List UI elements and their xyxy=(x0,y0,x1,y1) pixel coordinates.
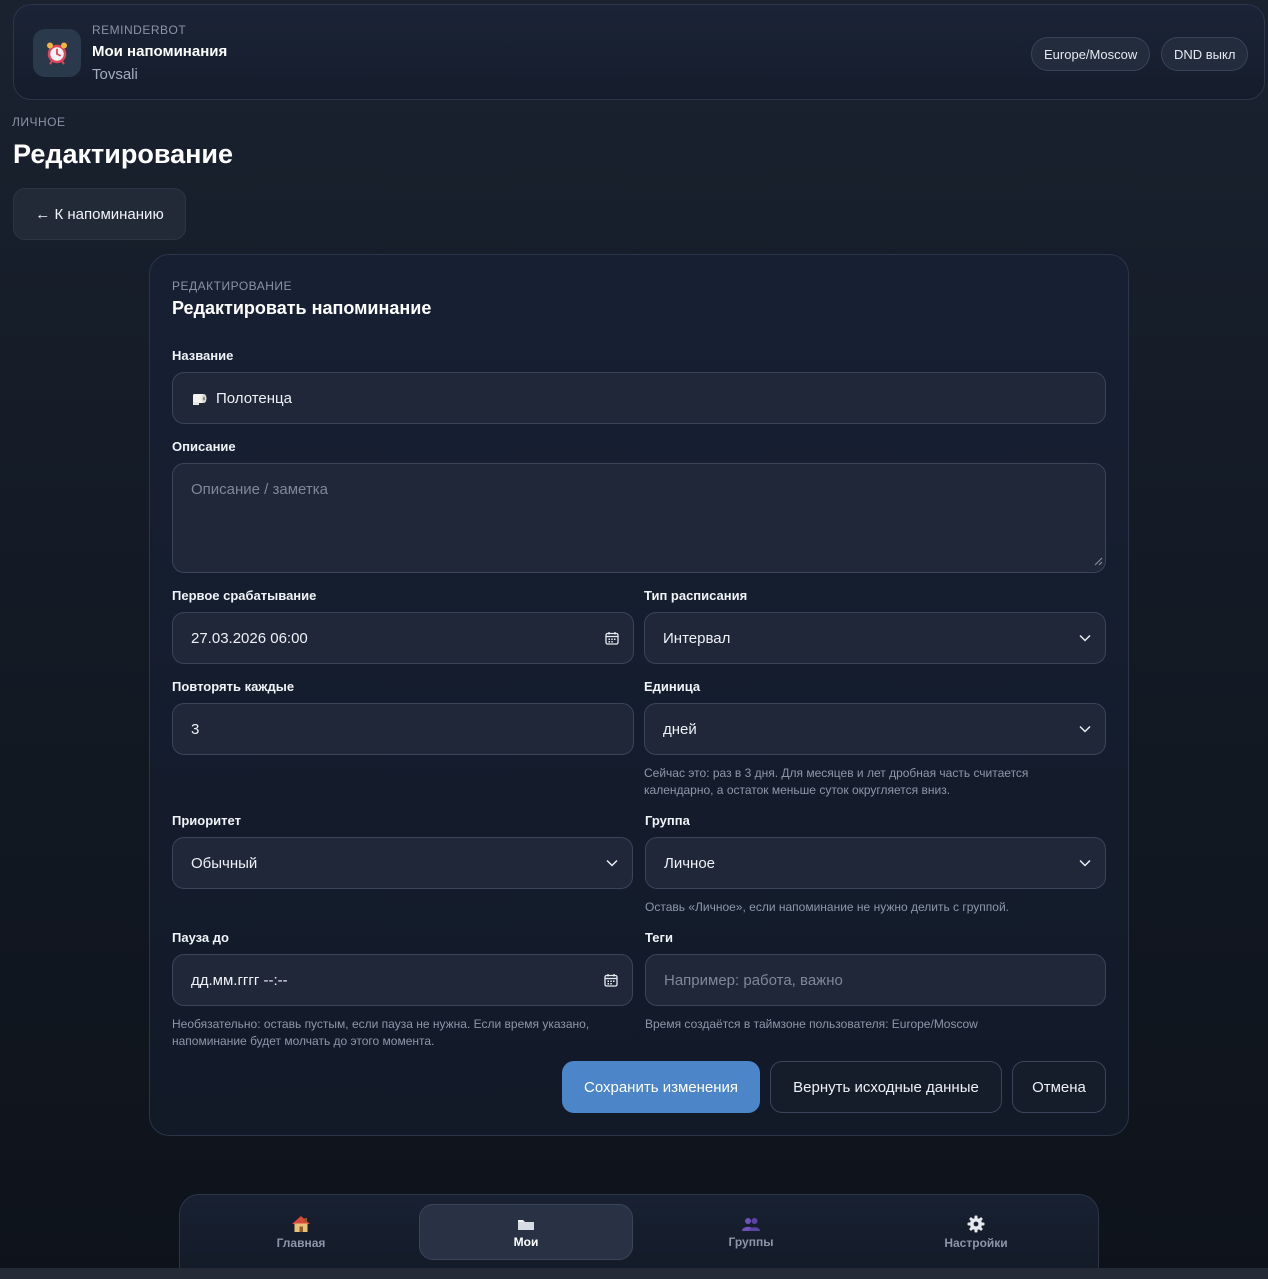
toilet-paper-icon xyxy=(191,390,208,407)
tab-settings-label: Настройки xyxy=(944,1235,1008,1250)
calendar-icon[interactable] xyxy=(604,973,618,987)
chevron-down-icon xyxy=(606,859,618,867)
repeat-every-input[interactable]: 3 xyxy=(172,703,634,755)
bottom-edge xyxy=(0,1268,1268,1279)
app-header: REMINDERBOT Мои напоминания Tovsali Euro… xyxy=(13,4,1265,100)
pause-until-placeholder: дд.мм.гггг --:-- xyxy=(191,971,288,989)
first-trigger-datetime-input[interactable]: 27.03.2026 06:00 xyxy=(172,612,634,664)
house-icon xyxy=(291,1215,311,1233)
reset-data-button[interactable]: Вернуть исходные данные xyxy=(770,1061,1002,1113)
group-select[interactable]: Личное xyxy=(645,837,1106,889)
schedule-type-value: Интервал xyxy=(663,629,731,647)
tab-settings[interactable]: Настройки xyxy=(869,1204,1083,1260)
cancel-button[interactable]: Отмена xyxy=(1012,1061,1106,1113)
calendar-icon[interactable] xyxy=(605,631,619,645)
dnd-chip[interactable]: DND выкл xyxy=(1161,37,1249,71)
unit-value: дней xyxy=(663,720,697,738)
tab-groups-label: Группы xyxy=(728,1234,774,1249)
gear-icon xyxy=(967,1215,985,1233)
pause-until-label: Пауза до xyxy=(172,930,229,945)
tags-input[interactable]: Например: работа, важно xyxy=(645,954,1106,1006)
priority-label: Приоритет xyxy=(172,813,241,828)
back-to-reminder-button[interactable]: ← К напоминанию xyxy=(13,188,186,240)
section-label: ЛИЧНОЕ xyxy=(12,115,66,129)
tab-groups[interactable]: Группы xyxy=(644,1204,858,1260)
repeat-every-value: 3 xyxy=(191,720,200,738)
page-title: Редактирование xyxy=(13,139,234,169)
edit-reminder-card: РЕДАКТИРОВАНИЕ Редактировать напоминание… xyxy=(149,254,1129,1136)
tab-mine-label: Мои xyxy=(513,1234,539,1249)
username: Tovsali xyxy=(92,66,138,83)
pause-until-datetime-input[interactable]: дд.мм.гггг --:-- xyxy=(172,954,633,1006)
bottom-tab-bar: Главная Мои Группы Настройки xyxy=(179,1194,1099,1279)
chevron-down-icon xyxy=(1079,634,1091,642)
card-title: Редактировать напоминание xyxy=(172,298,432,318)
app-title: Мои напоминания xyxy=(92,43,228,60)
save-changes-button[interactable]: Сохранить изменения xyxy=(562,1061,760,1113)
group-value: Личное xyxy=(664,854,716,872)
priority-value: Обычный xyxy=(191,854,258,872)
tags-placeholder: Например: работа, важно xyxy=(664,971,843,989)
chevron-down-icon xyxy=(1079,859,1091,867)
name-input[interactable]: Полотенца xyxy=(172,372,1106,424)
unit-label: Единица xyxy=(644,679,701,694)
tab-home[interactable]: Главная xyxy=(194,1204,408,1260)
tab-home-label: Главная xyxy=(276,1235,326,1250)
schedule-type-label: Тип расписания xyxy=(644,588,748,603)
group-label: Группа xyxy=(645,813,690,828)
chevron-down-icon xyxy=(1079,725,1091,733)
card-eyebrow: РЕДАКТИРОВАНИЕ xyxy=(172,279,293,293)
repeat-every-label: Повторять каждые xyxy=(172,679,295,694)
priority-select[interactable]: Обычный xyxy=(172,837,633,889)
folder-icon xyxy=(517,1216,535,1232)
group-hint: Оставь «Личное», если напоминание не нуж… xyxy=(645,900,1010,914)
people-icon xyxy=(741,1216,761,1232)
first-trigger-label: Первое срабатывание xyxy=(172,588,317,603)
tab-mine[interactable]: Мои xyxy=(419,1204,633,1260)
brand-name: REMINDERBOT xyxy=(92,23,187,37)
timezone-chip[interactable]: Europe/Moscow xyxy=(1031,37,1151,71)
name-value: Полотенца xyxy=(216,389,292,407)
unit-select[interactable]: дней xyxy=(644,703,1106,755)
tags-hint: Время создаётся в таймзоне пользователя:… xyxy=(645,1017,978,1031)
tags-label: Теги xyxy=(645,930,673,945)
unit-hint: Сейчас это: раз в 3 дня. Для месяцев и л… xyxy=(644,766,1029,797)
description-label: Описание xyxy=(172,439,236,454)
pause-until-hint: Необязательно: оставь пустым, если пауза… xyxy=(172,1017,590,1048)
schedule-type-select[interactable]: Интервал xyxy=(644,612,1106,664)
alarm-clock-icon xyxy=(33,29,81,77)
name-label: Название xyxy=(172,348,234,363)
description-placeholder: Описание / заметка xyxy=(191,481,328,498)
resize-handle-icon[interactable] xyxy=(1093,553,1103,570)
description-textarea[interactable]: Описание / заметка xyxy=(172,463,1106,573)
first-trigger-value: 27.03.2026 06:00 xyxy=(191,629,308,647)
